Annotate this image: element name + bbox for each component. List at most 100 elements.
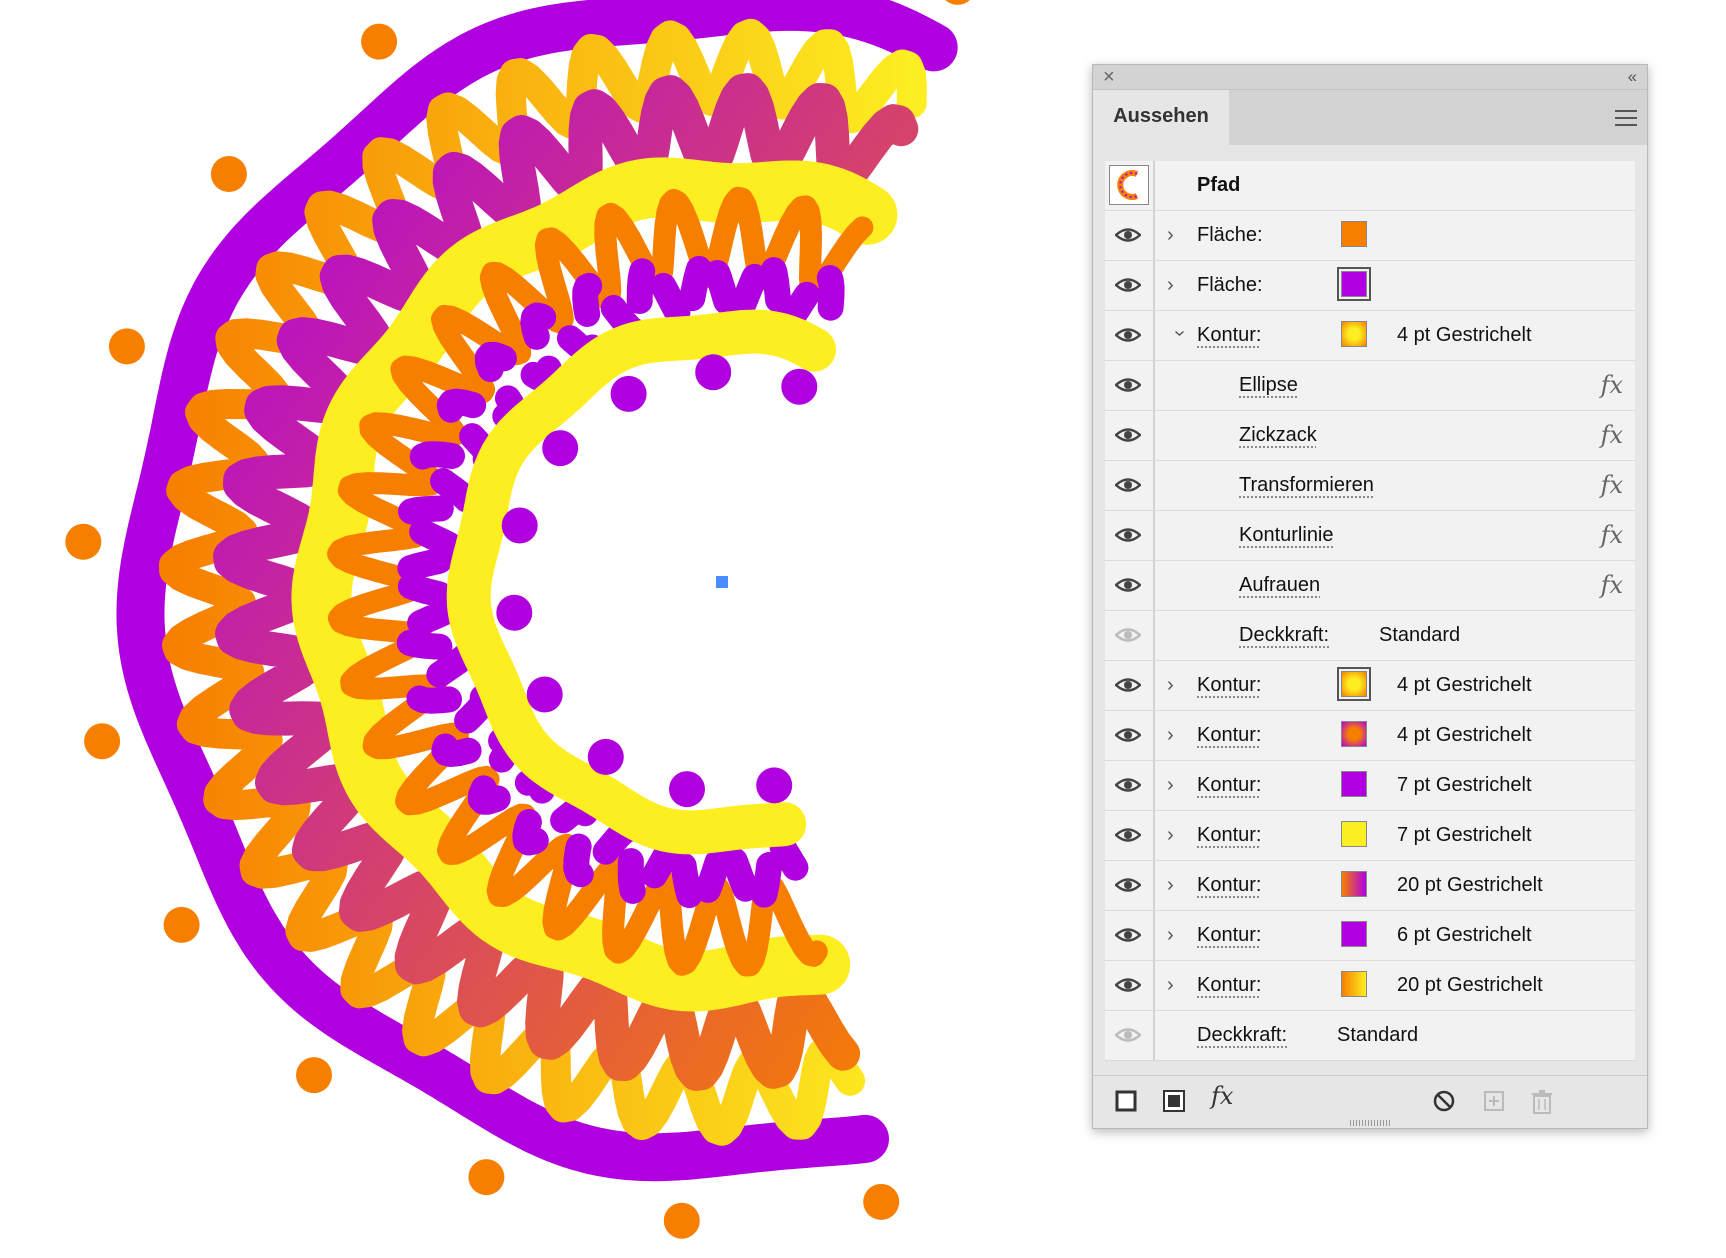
chevron-right-icon[interactable]: › bbox=[1167, 811, 1174, 860]
appearance-row[interactable]: Deckkraft: Standard bbox=[1105, 1011, 1635, 1061]
color-swatch[interactable] bbox=[1341, 221, 1367, 247]
row-label[interactable]: Aufrauen bbox=[1239, 561, 1320, 610]
color-swatch[interactable] bbox=[1341, 921, 1367, 947]
color-swatch[interactable] bbox=[1341, 821, 1367, 847]
appearance-row[interactable]: › Kontur: 4 pt Gestrichelt bbox=[1105, 711, 1635, 761]
row-value: 4 pt Gestrichelt bbox=[1397, 674, 1532, 696]
color-swatch[interactable] bbox=[1341, 721, 1367, 747]
outer-dot bbox=[296, 1057, 332, 1094]
object-type-label: Pfad bbox=[1197, 174, 1241, 196]
row-label: Fläche: bbox=[1197, 224, 1263, 246]
visibility-eye-icon[interactable] bbox=[1114, 823, 1142, 852]
fx-icon[interactable]: fx bbox=[1601, 411, 1623, 460]
panel-menu-icon[interactable] bbox=[1615, 110, 1637, 131]
appearance-row[interactable]: › Fläche: bbox=[1105, 211, 1635, 261]
row-label[interactable]: Kontur: bbox=[1197, 811, 1261, 860]
color-swatch[interactable] bbox=[1337, 267, 1371, 301]
appearance-row[interactable]: › Kontur: 7 pt Gestrichelt bbox=[1105, 761, 1635, 811]
chevron-right-icon[interactable]: › bbox=[1167, 661, 1174, 710]
visibility-eye-icon[interactable] bbox=[1114, 323, 1142, 352]
visibility-eye-icon[interactable] bbox=[1114, 473, 1142, 502]
color-swatch[interactable] bbox=[1337, 667, 1371, 701]
row-label[interactable]: Deckkraft: bbox=[1197, 1011, 1287, 1060]
row-value: 4 pt Gestrichelt bbox=[1397, 724, 1532, 746]
collapse-icon[interactable]: ‹‹ bbox=[1628, 65, 1637, 89]
visibility-eye-icon[interactable] bbox=[1114, 973, 1142, 1002]
appearance-row[interactable]: › Kontur: 20 pt Gestrichelt bbox=[1105, 961, 1635, 1011]
fx-icon[interactable]: fx bbox=[1601, 461, 1623, 510]
appearance-row[interactable]: Konturlinie fx bbox=[1105, 511, 1635, 561]
visibility-eye-icon[interactable] bbox=[1114, 1023, 1142, 1052]
outer-dot bbox=[65, 523, 102, 560]
tab-aussehen[interactable]: Aussehen bbox=[1093, 90, 1229, 145]
appearance-row[interactable]: › Kontur: 7 pt Gestrichelt bbox=[1105, 811, 1635, 861]
clear-appearance-icon[interactable] bbox=[1433, 1090, 1455, 1112]
color-swatch[interactable] bbox=[1341, 871, 1367, 897]
visibility-cell bbox=[1105, 511, 1155, 560]
row-label[interactable]: Konturlinie bbox=[1239, 511, 1334, 560]
fx-icon[interactable]: fx bbox=[1601, 361, 1623, 410]
appearance-row[interactable]: › Kontur: 6 pt Gestrichelt bbox=[1105, 911, 1635, 961]
row-label[interactable]: Kontur: bbox=[1197, 961, 1261, 1010]
add-fill-icon[interactable] bbox=[1163, 1090, 1185, 1112]
row-label[interactable]: Kontur: bbox=[1197, 711, 1261, 760]
resize-grip[interactable] bbox=[1350, 1120, 1390, 1126]
appearance-row[interactable]: › Kontur: 20 pt Gestrichelt bbox=[1105, 861, 1635, 911]
visibility-eye-icon[interactable] bbox=[1114, 773, 1142, 802]
row-label[interactable]: Transformieren bbox=[1239, 461, 1374, 510]
chevron-right-icon[interactable]: › bbox=[1167, 961, 1174, 1010]
inner-dot bbox=[781, 368, 818, 405]
row-label[interactable]: Deckkraft: bbox=[1239, 611, 1329, 660]
row-label[interactable]: Zickzack bbox=[1239, 411, 1317, 460]
fx-icon[interactable]: fx bbox=[1601, 511, 1623, 560]
appearance-row[interactable]: › Fläche: bbox=[1105, 261, 1635, 311]
visibility-cell bbox=[1105, 561, 1155, 610]
visibility-cell bbox=[1105, 961, 1155, 1010]
color-swatch[interactable] bbox=[1341, 771, 1367, 797]
visibility-eye-icon[interactable] bbox=[1114, 373, 1142, 402]
row-label[interactable]: Kontur: bbox=[1197, 661, 1261, 710]
row-label[interactable]: Kontur: bbox=[1197, 861, 1261, 910]
delete-item-icon[interactable] bbox=[1531, 1090, 1553, 1114]
row-label[interactable]: Kontur: bbox=[1197, 761, 1261, 810]
duplicate-item-icon[interactable] bbox=[1483, 1090, 1505, 1112]
visibility-eye-icon[interactable] bbox=[1114, 623, 1142, 652]
appearance-row[interactable]: Aufrauen fx bbox=[1105, 561, 1635, 611]
chevron-right-icon[interactable]: › bbox=[1167, 211, 1174, 260]
visibility-eye-icon[interactable] bbox=[1114, 273, 1142, 302]
anchor-point[interactable] bbox=[716, 576, 728, 588]
appearance-row[interactable]: Deckkraft: Standard bbox=[1105, 611, 1635, 661]
visibility-eye-icon[interactable] bbox=[1114, 723, 1142, 752]
visibility-eye-icon[interactable] bbox=[1114, 673, 1142, 702]
appearance-row[interactable]: › Kontur: 4 pt Gestrichelt bbox=[1105, 311, 1635, 361]
chevron-right-icon[interactable]: › bbox=[1167, 711, 1174, 760]
visibility-eye-icon[interactable] bbox=[1114, 223, 1142, 252]
object-header-row[interactable]: Pfad bbox=[1105, 161, 1635, 211]
color-swatch[interactable] bbox=[1341, 971, 1367, 997]
add-stroke-icon[interactable] bbox=[1115, 1090, 1137, 1112]
chevron-right-icon[interactable]: › bbox=[1167, 861, 1174, 910]
color-swatch[interactable] bbox=[1341, 321, 1367, 347]
appearance-row[interactable]: Transformieren fx bbox=[1105, 461, 1635, 511]
visibility-eye-icon[interactable] bbox=[1114, 923, 1142, 952]
visibility-eye-icon[interactable] bbox=[1114, 573, 1142, 602]
chevron-right-icon[interactable]: › bbox=[1167, 261, 1174, 310]
appearance-row[interactable]: Ellipse fx bbox=[1105, 361, 1635, 411]
chevron-right-icon[interactable]: › bbox=[1167, 911, 1174, 960]
fx-icon[interactable]: fx bbox=[1601, 561, 1623, 610]
add-effect-icon[interactable]: fx bbox=[1211, 1082, 1233, 1110]
visibility-eye-icon[interactable] bbox=[1114, 523, 1142, 552]
row-value: Standard bbox=[1337, 1024, 1419, 1046]
chevron-right-icon[interactable]: › bbox=[1167, 761, 1174, 810]
row-label[interactable]: Kontur: bbox=[1197, 911, 1261, 960]
row-label[interactable]: Kontur: bbox=[1197, 311, 1261, 360]
visibility-eye-icon[interactable] bbox=[1114, 423, 1142, 452]
outer-dot bbox=[163, 906, 200, 943]
appearance-row[interactable]: Zickzack fx bbox=[1105, 411, 1635, 461]
visibility-cell bbox=[1105, 761, 1155, 810]
visibility-eye-icon[interactable] bbox=[1114, 873, 1142, 902]
row-label[interactable]: Ellipse bbox=[1239, 361, 1298, 410]
close-icon[interactable]: × bbox=[1103, 65, 1115, 89]
visibility-cell bbox=[1105, 861, 1155, 910]
appearance-row[interactable]: › Kontur: 4 pt Gestrichelt bbox=[1105, 661, 1635, 711]
